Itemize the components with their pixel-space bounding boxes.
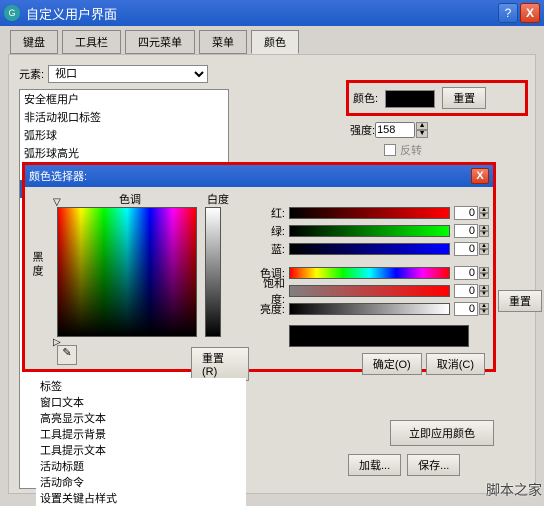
- tab-bar: 键盘 工具栏 四元菜单 菜单 颜色: [0, 26, 544, 54]
- slider-value[interactable]: 0: [454, 242, 478, 256]
- element-select[interactable]: 视口: [48, 65, 208, 83]
- color-picker-dialog: 颇色选择器: X 色调 白度 黑 度 ▽ ▷ ✎ 重置(R) 红:0▲▼绿:0▲…: [22, 162, 496, 372]
- load-button[interactable]: 加载...: [348, 454, 401, 476]
- slider-row: 亮度: 0▲▼: [249, 301, 489, 317]
- invert-checkbox[interactable]: [384, 144, 396, 156]
- slider-spinner[interactable]: ▲▼: [479, 303, 489, 315]
- slider-row: 绿: 0▲▼: [249, 223, 489, 239]
- list-item[interactable]: 窗口文本: [36, 394, 246, 410]
- color-label: 颜色:: [353, 93, 378, 105]
- picker-ok-button[interactable]: 确定(O): [362, 353, 422, 375]
- tab-menu[interactable]: 菜单: [199, 30, 247, 54]
- slider-track[interactable]: [289, 285, 450, 297]
- slider-spinner[interactable]: ▲▼: [479, 225, 489, 237]
- element-label: 元素:: [19, 66, 44, 82]
- list-item[interactable]: 工具提示文本: [36, 442, 246, 458]
- list-item[interactable]: 高亮显示文本: [36, 410, 246, 426]
- white-label: 白度: [207, 191, 229, 207]
- list-item[interactable]: 活动命令: [36, 474, 246, 490]
- app-icon: G: [4, 5, 20, 21]
- slider-track[interactable]: [289, 267, 450, 279]
- slider-row: 蓝: 0▲▼: [249, 241, 489, 257]
- picker-close-button[interactable]: X: [471, 168, 489, 184]
- invert-row: 反转: [384, 142, 422, 158]
- list-item[interactable]: 标签: [36, 378, 246, 394]
- slider-track[interactable]: [289, 243, 450, 255]
- list-item[interactable]: 活动标题: [36, 458, 246, 474]
- slider-spinner[interactable]: ▲▼: [479, 207, 489, 219]
- picker-right: 红:0▲▼绿:0▲▼蓝:0▲▼色调:0▲▼饱和度:0▲▼亮度:0▲▼ 确定(O)…: [249, 191, 489, 375]
- list-item[interactable]: 非活动视口标签: [20, 108, 228, 126]
- reset-button[interactable]: 重置: [442, 87, 486, 109]
- intensity-row: 强度: ▲▼: [350, 122, 428, 138]
- slider-track[interactable]: [289, 225, 450, 237]
- watermark: 脚本之家: [486, 480, 542, 500]
- slider-label: 蓝:: [249, 241, 285, 257]
- slider-spinner[interactable]: ▲▼: [479, 243, 489, 255]
- list-item[interactable]: 弧形球: [20, 126, 228, 144]
- tab-keyboard[interactable]: 键盘: [10, 30, 58, 54]
- slider-label: 红:: [249, 205, 285, 221]
- help-button[interactable]: ?: [498, 3, 518, 23]
- window-titlebar: G 自定义用户界面 ? X: [0, 0, 544, 26]
- list-item[interactable]: 设置关键占样式: [36, 490, 246, 506]
- window-title: 自定义用户界面: [26, 4, 496, 23]
- tab-quadmenu[interactable]: 四元菜单: [125, 30, 195, 54]
- slider-row: 饱和度:0▲▼: [249, 283, 489, 299]
- hue-label: 色调: [119, 191, 141, 207]
- slider-value[interactable]: 0: [454, 206, 478, 220]
- slider-label: 亮度:: [249, 301, 285, 317]
- invert-label: 反转: [400, 142, 422, 158]
- intensity-label: 强度:: [350, 122, 375, 138]
- picker-left: 色调 白度 黑 度 ▽ ▷ ✎ 重置(R): [29, 191, 249, 375]
- picker-cancel-button[interactable]: 取消(C): [426, 353, 485, 375]
- black-label: 黑 度: [29, 251, 45, 276]
- slider-value[interactable]: 0: [454, 284, 478, 298]
- color-highlight: 颜色: 重置: [346, 80, 528, 116]
- save-button[interactable]: 保存...: [407, 454, 460, 476]
- color-swatch[interactable]: [385, 90, 435, 108]
- list-item[interactable]: 安全框用户: [20, 90, 228, 108]
- slider-row: 色调:0▲▼: [249, 265, 489, 281]
- apply-now-button[interactable]: 立即应用颜色: [390, 420, 494, 446]
- slider-value[interactable]: 0: [454, 266, 478, 280]
- slider-value[interactable]: 0: [454, 302, 478, 316]
- slider-track[interactable]: [289, 207, 450, 219]
- eyedropper-button[interactable]: ✎: [57, 345, 77, 365]
- slider-label: 绿:: [249, 223, 285, 239]
- tab-color[interactable]: 颜色: [251, 30, 299, 54]
- slider-row: 红: 0▲▼: [249, 205, 489, 221]
- list-item[interactable]: 工具提示背景: [36, 426, 246, 442]
- picker-titlebar: 颇色选择器: X: [25, 165, 493, 187]
- close-button[interactable]: X: [520, 3, 540, 23]
- picker-title: 颇色选择器:: [29, 168, 471, 184]
- picker-reset-button[interactable]: 重置(R): [191, 347, 249, 381]
- bottom-list[interactable]: 标签 窗口文本 高亮显示文本 工具提示背景 工具提示文本 活动标题 活动命令 设…: [36, 378, 246, 506]
- intensity-spinner[interactable]: ▲▼: [416, 122, 428, 138]
- slider-value[interactable]: 0: [454, 224, 478, 238]
- slider-spinner[interactable]: ▲▼: [479, 267, 489, 279]
- slider-spinner[interactable]: ▲▼: [479, 285, 489, 297]
- whiteness-bar[interactable]: [205, 207, 221, 337]
- color-preview: [289, 325, 469, 347]
- hue-gradient[interactable]: [57, 207, 197, 337]
- intensity-input[interactable]: [375, 122, 415, 138]
- list-item[interactable]: 弧形球高光: [20, 144, 228, 162]
- reset2-button[interactable]: 重置: [498, 290, 542, 312]
- slider-track[interactable]: [289, 303, 450, 315]
- tab-toolbar[interactable]: 工具栏: [62, 30, 121, 54]
